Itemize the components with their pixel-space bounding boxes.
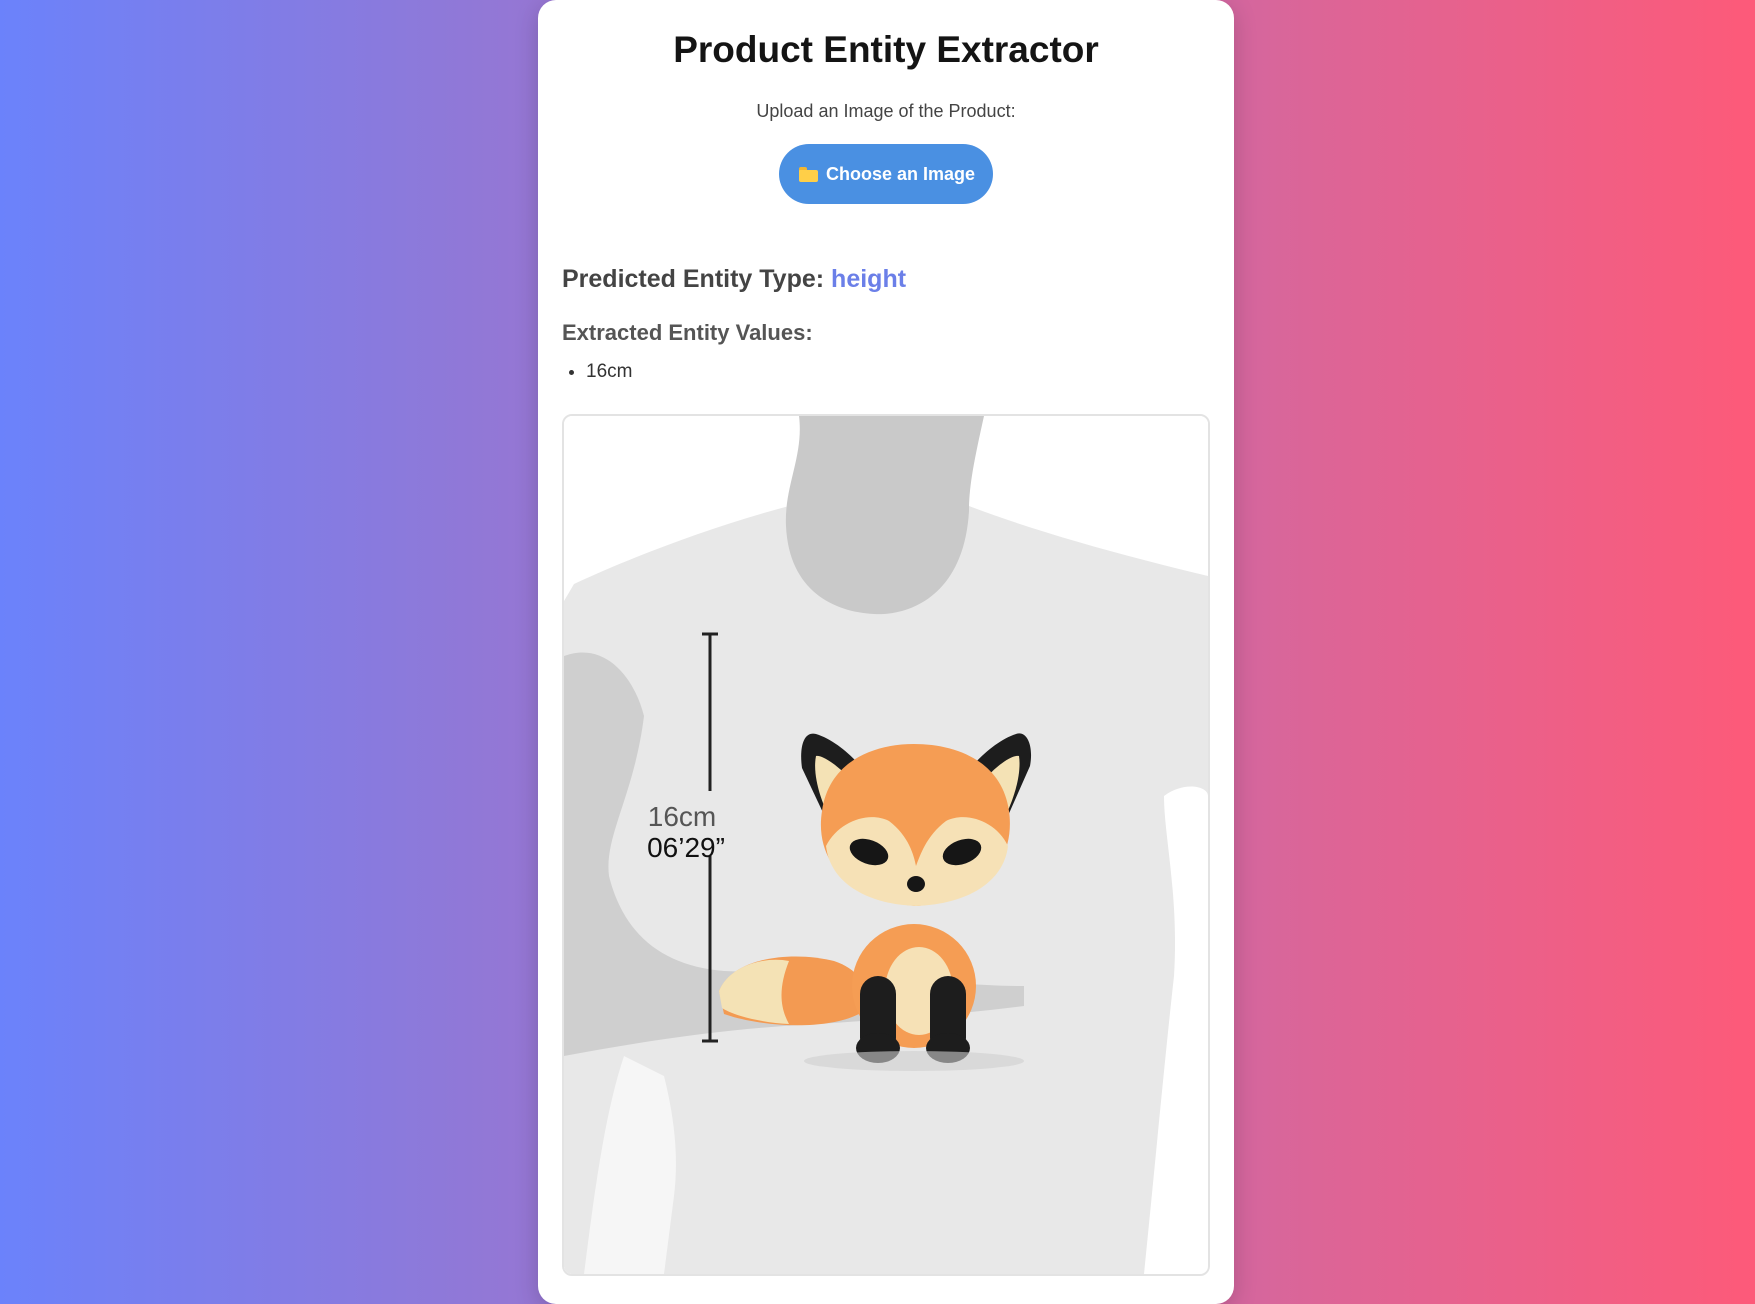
product-image: 16cm 06’29”: [562, 414, 1210, 1276]
upload-label: Upload an Image of the Product:: [756, 101, 1016, 121]
extracted-values-list: 16cm: [562, 360, 1210, 384]
page-title: Product Entity Extractor: [673, 29, 1099, 70]
folder-icon: [798, 166, 818, 182]
list-item: 16cm: [586, 360, 1210, 384]
predicted-entity-type: Predicted Entity Type: height: [562, 264, 1210, 294]
choose-image-button[interactable]: Choose an Image: [778, 144, 994, 204]
measure-in-label: 06’29”: [647, 832, 725, 863]
extractor-card: Product Entity Extractor Upload an Image…: [538, 0, 1234, 1304]
choose-image-button-label: Choose an Image: [825, 163, 976, 184]
predicted-entity-label: Predicted Entity Type:: [562, 265, 825, 293]
extracted-values-heading: Extracted Entity Values:: [562, 320, 813, 345]
product-illustration: 16cm 06’29”: [564, 416, 1208, 1274]
measure-cm-label: 16cm: [648, 801, 716, 832]
predicted-entity-value: height: [831, 265, 907, 293]
upload-button-wrap: Choose an Image: [562, 144, 1210, 204]
